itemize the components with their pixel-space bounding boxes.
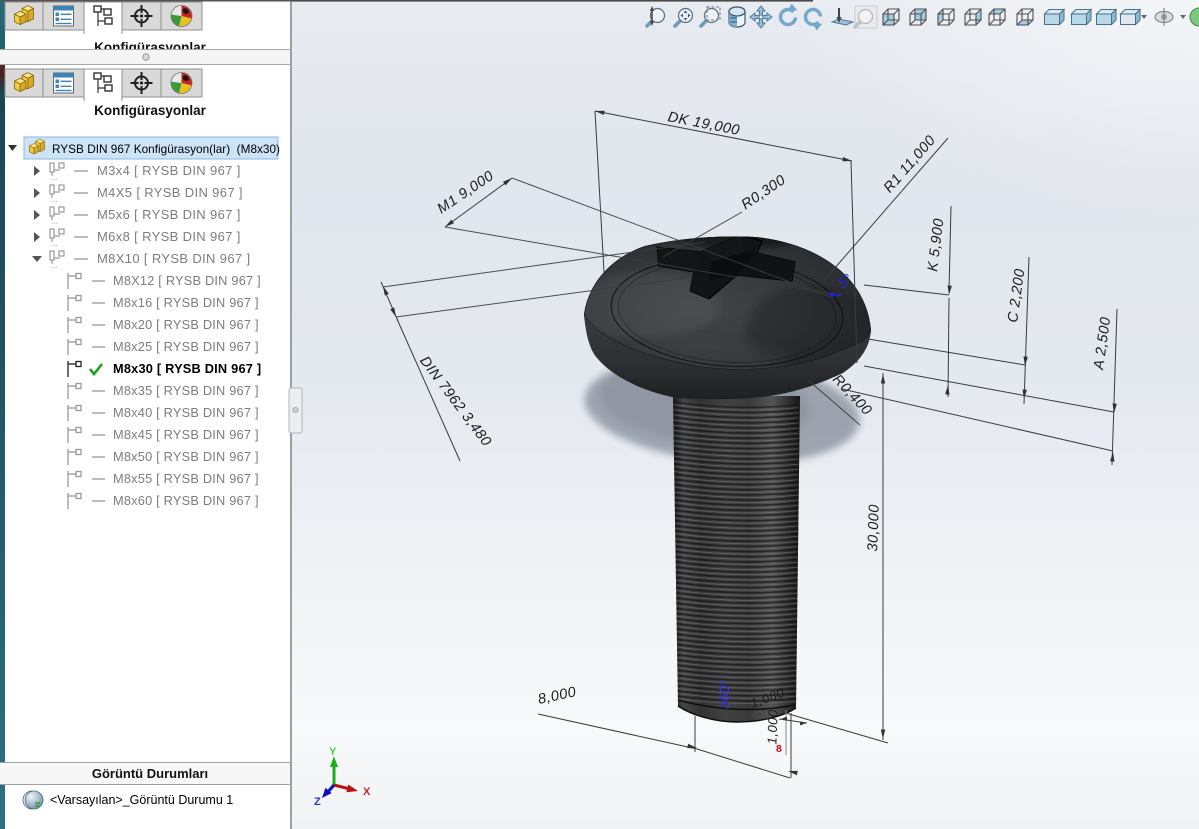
svg-text:...: ...	[51, 239, 58, 248]
svg-text:30,000: 30,000	[865, 504, 883, 552]
svg-text:...: ...	[51, 261, 58, 270]
svg-text:360°: 360°	[716, 680, 732, 709]
svg-text:1,000: 1,000	[764, 709, 780, 745]
svg-text:M8x35 [ RYSB DIN 967 ]: M8x35 [ RYSB DIN 967 ]	[113, 383, 259, 398]
svg-text:M8x16 [ RYSB DIN 967 ]: M8x16 [ RYSB DIN 967 ]	[113, 295, 259, 310]
svg-text:...: ...	[51, 195, 58, 204]
svg-text:...: ...	[51, 217, 58, 226]
svg-text:M8x20 [ RYSB DIN 967 ]: M8x20 [ RYSB DIN 967 ]	[113, 317, 259, 332]
svg-text:X: X	[363, 786, 371, 798]
svg-text:Görüntü Durumları: Görüntü Durumları	[92, 766, 208, 781]
svg-text:M8x40 [ RYSB DIN 967 ]: M8x40 [ RYSB DIN 967 ]	[113, 405, 259, 420]
svg-text:Konfigürasyonlar: Konfigürasyonlar	[94, 103, 207, 118]
svg-text:RYSB DIN 967 Konfigürasyon(lar: RYSB DIN 967 Konfigürasyon(lar) (M8x30)	[52, 142, 280, 156]
svg-text:Z: Z	[314, 796, 321, 808]
svg-text:M8x45 [ RYSB DIN 967 ]: M8x45 [ RYSB DIN 967 ]	[113, 427, 259, 442]
svg-text:<Varsayılan>_Görüntü Durumu 1: <Varsayılan>_Görüntü Durumu 1	[50, 793, 233, 807]
svg-text:M5x6 [ RYSB DIN 967 ]: M5x6 [ RYSB DIN 967 ]	[97, 207, 241, 222]
svg-text:M8X12 [ RYSB DIN 967 ]: M8X12 [ RYSB DIN 967 ]	[113, 273, 261, 288]
svg-text:M8x25 [ RYSB DIN 967 ]: M8x25 [ RYSB DIN 967 ]	[113, 339, 259, 354]
svg-text:Y: Y	[329, 746, 337, 758]
svg-text:M6x8 [ RYSB DIN 967 ]: M6x8 [ RYSB DIN 967 ]	[97, 229, 241, 244]
svg-text:M3x4 [ RYSB DIN 967 ]: M3x4 [ RYSB DIN 967 ]	[97, 163, 241, 178]
svg-text:M8x50 [ RYSB DIN 967 ]: M8x50 [ RYSB DIN 967 ]	[113, 449, 259, 464]
svg-text:M8X10 [ RYSB DIN 967 ]: M8X10 [ RYSB DIN 967 ]	[97, 251, 250, 266]
svg-text:M8x30 [ RYSB DIN 967 ]: M8x30 [ RYSB DIN 967 ]	[113, 361, 261, 376]
svg-text:8: 8	[776, 743, 782, 755]
svg-text:M4X5 [ RYSB DIN 967 ]: M4X5 [ RYSB DIN 967 ]	[97, 185, 243, 200]
svg-text:...: ...	[51, 173, 58, 182]
svg-text:M8x60 [ RYSB DIN 967 ]: M8x60 [ RYSB DIN 967 ]	[113, 493, 259, 508]
svg-text:M8x55 [ RYSB DIN 967 ]: M8x55 [ RYSB DIN 967 ]	[113, 471, 259, 486]
